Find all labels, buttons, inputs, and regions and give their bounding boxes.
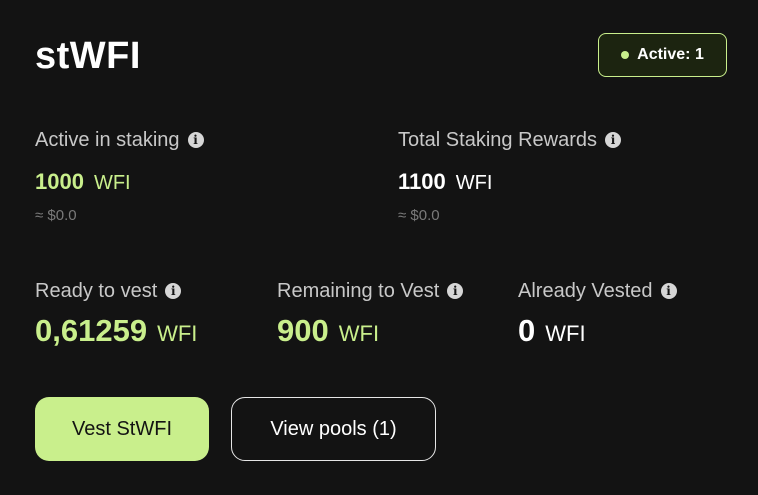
- card-title: stWFI: [35, 35, 141, 77]
- stat-value: 1000: [35, 169, 84, 194]
- stat-label: Active in staking: [35, 129, 180, 151]
- stat-unit: WFI: [455, 172, 493, 194]
- stat-usd-value: ≈ $0.0: [35, 207, 77, 224]
- vest-button[interactable]: Vest StWFI: [35, 397, 209, 461]
- stat-label: Total Staking Rewards: [398, 129, 597, 151]
- status-badge: Active: 1: [598, 33, 727, 77]
- stat-already-vested: Already Vested i 0 WFI: [518, 279, 677, 349]
- stat-unit: WFI: [157, 321, 198, 346]
- stat-total-staking-rewards: Total Staking Rewards i 1100 WFI ≈ $0.0: [398, 128, 621, 225]
- info-icon[interactable]: i: [165, 283, 182, 299]
- stat-label: Ready to vest: [35, 280, 158, 302]
- stat-value: 0: [518, 313, 536, 348]
- stat-value: 1100: [398, 169, 446, 194]
- stat-remaining-to-vest: Remaining to Vest i 900 WFI: [277, 279, 464, 349]
- staking-card: stWFI Active: 1 Active in staking i 1000…: [0, 0, 758, 495]
- info-icon[interactable]: i: [187, 132, 204, 148]
- status-badge-text: Active: 1: [637, 46, 704, 63]
- info-icon[interactable]: i: [660, 283, 677, 299]
- stat-unit: WFI: [93, 172, 131, 194]
- view-pools-button[interactable]: View pools (1): [231, 397, 436, 461]
- info-icon[interactable]: i: [604, 132, 621, 148]
- info-icon[interactable]: i: [447, 283, 464, 299]
- stat-unit: WFI: [545, 321, 586, 346]
- status-dot-icon: [621, 51, 630, 59]
- stat-value: 0,61259: [35, 313, 148, 348]
- stat-unit: WFI: [338, 321, 380, 346]
- stat-value: 900: [277, 313, 329, 348]
- stat-label: Already Vested: [518, 280, 653, 302]
- stat-label: Remaining to Vest: [277, 280, 440, 302]
- stat-ready-to-vest: Ready to vest i 0,61259 WFI: [35, 279, 197, 349]
- stat-usd-value: ≈ $0.0: [398, 207, 440, 224]
- stat-active-in-staking: Active in staking i 1000 WFI ≈ $0.0: [35, 128, 204, 225]
